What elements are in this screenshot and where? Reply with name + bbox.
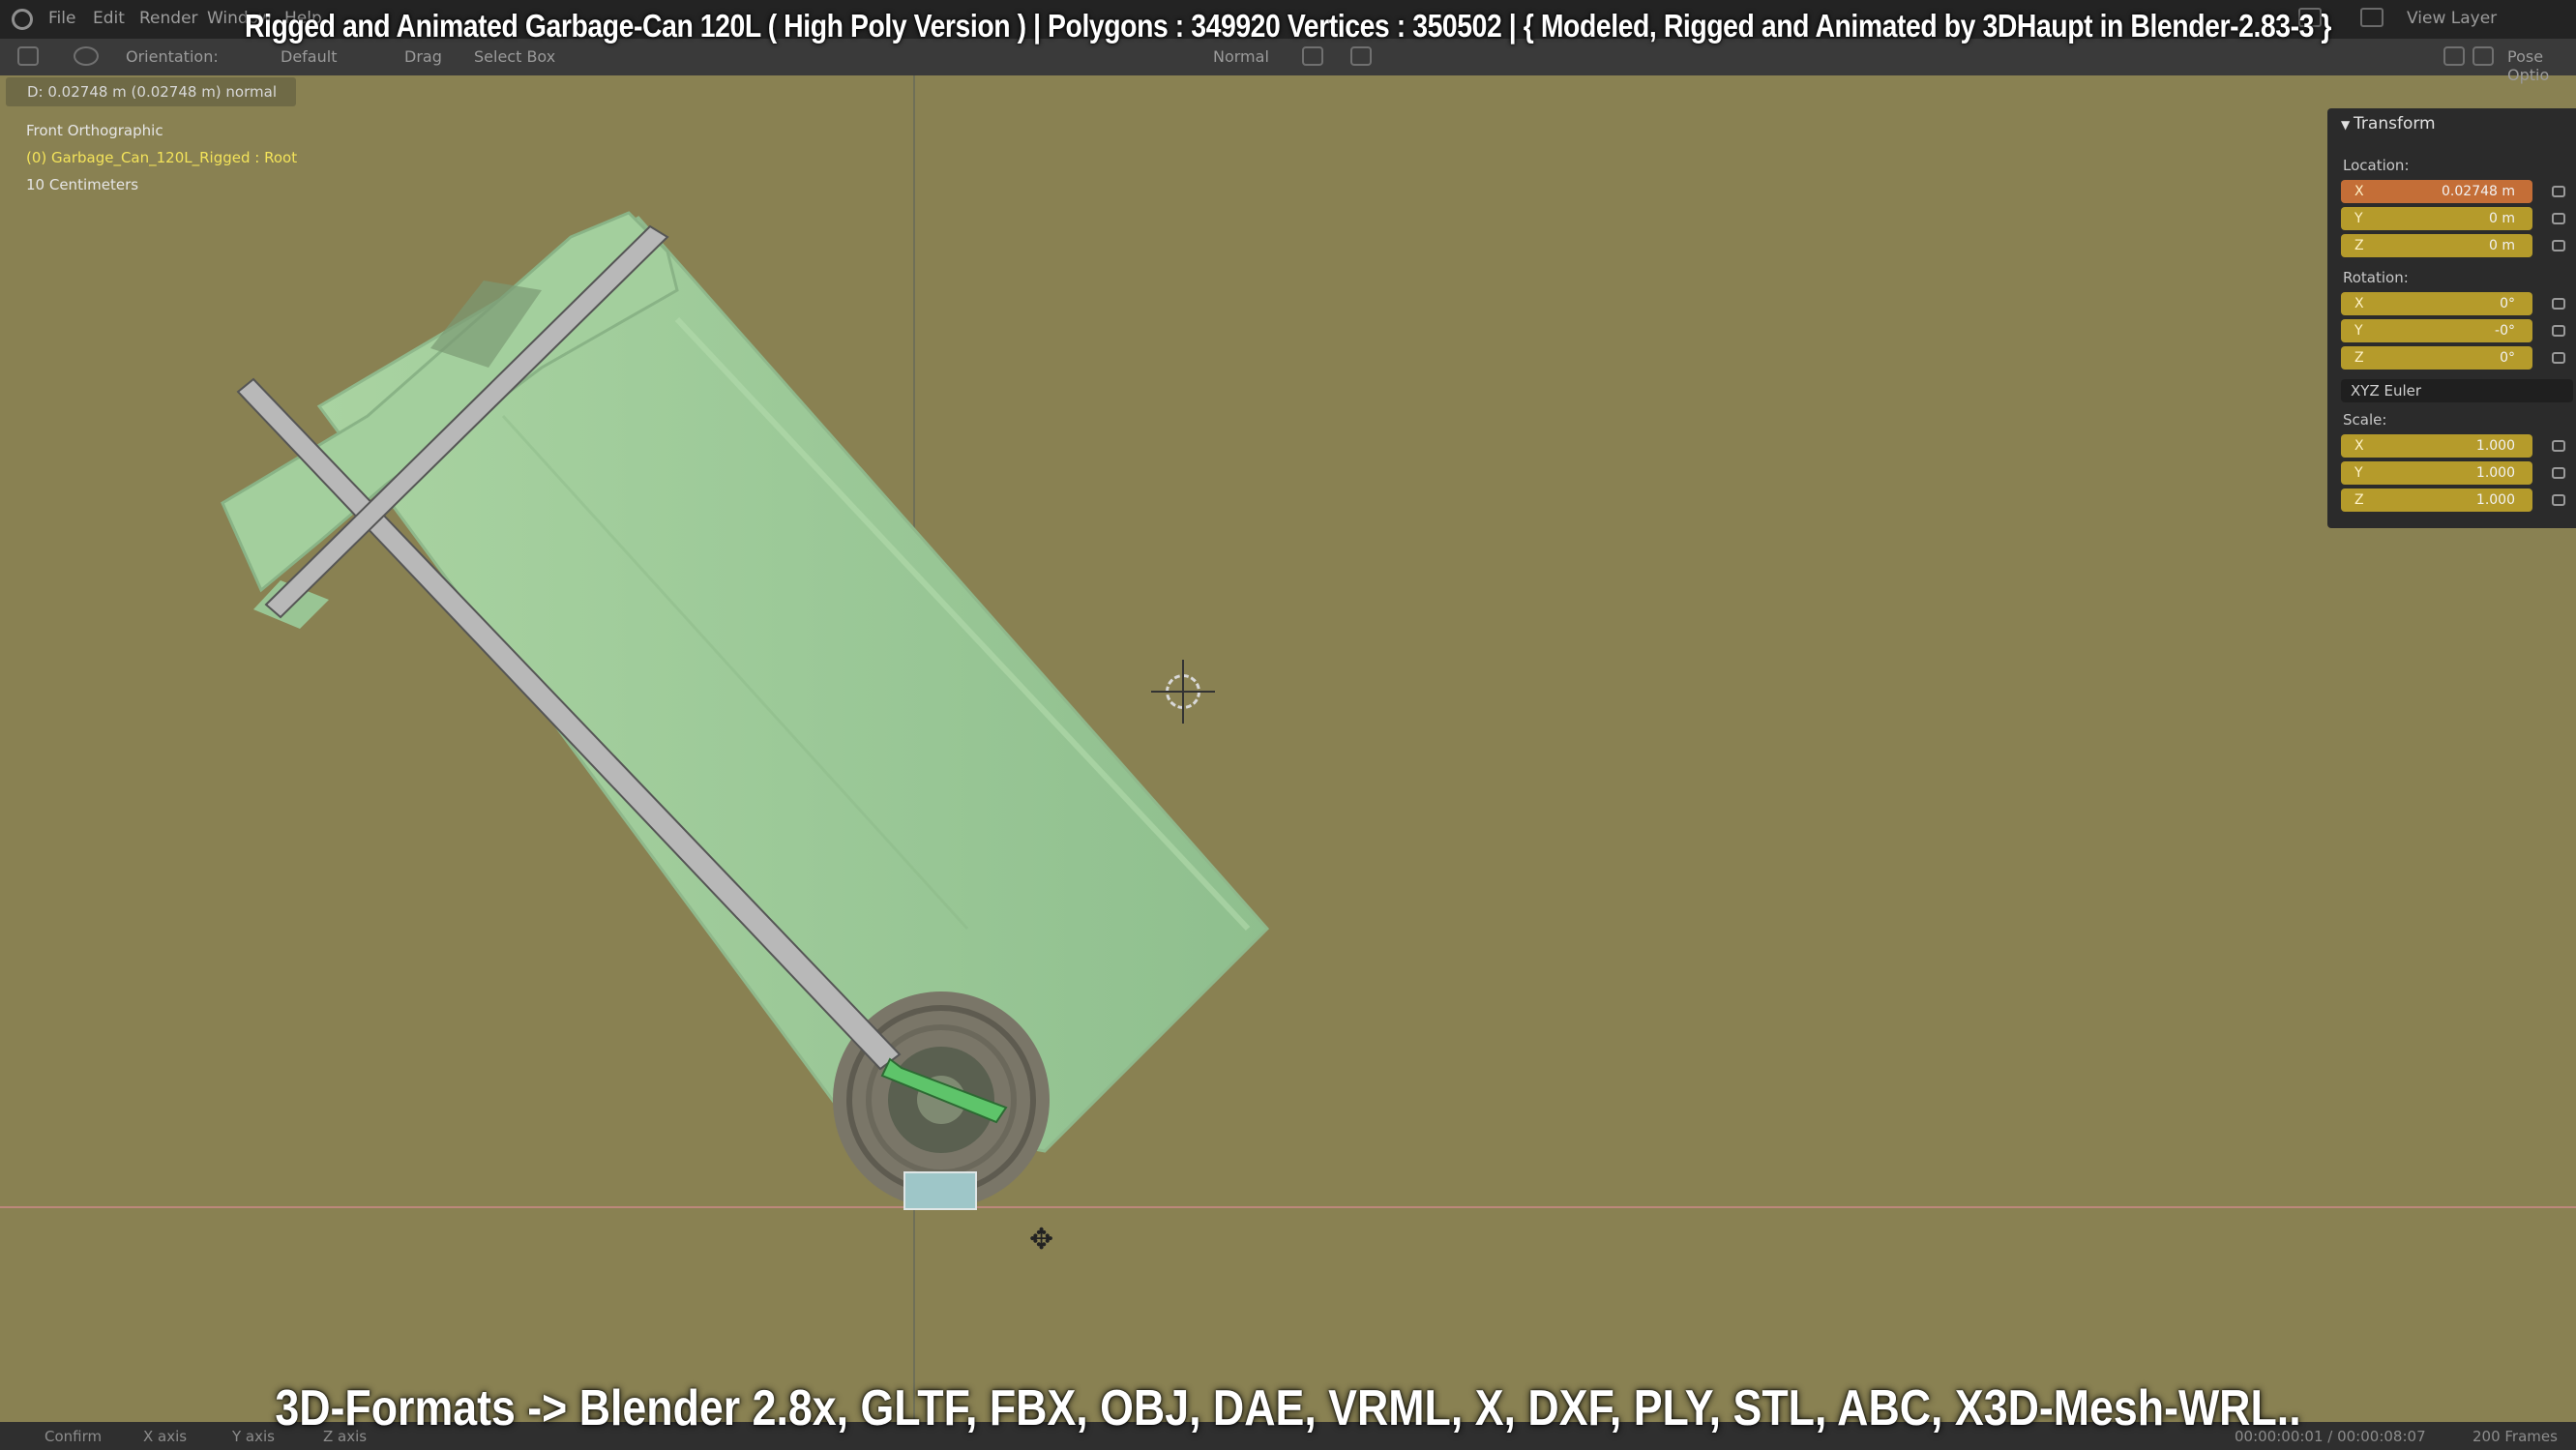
location-z-field[interactable]: Z 0 m — [2341, 234, 2532, 257]
panel-title: Transform — [2354, 114, 2436, 133]
lock-icon[interactable] — [2552, 186, 2565, 197]
blender-window: File Edit Render Window Help View Layer … — [0, 0, 2576, 1450]
axis-label: Y — [2354, 323, 2363, 339]
field-value: 0 m — [2489, 211, 2515, 226]
lock-icon[interactable] — [2552, 467, 2565, 479]
scale-label: Scale: — [2343, 411, 2387, 429]
drag-label: Drag — [404, 47, 442, 66]
location-label: Location: — [2343, 157, 2410, 174]
orientation-label: Orientation: — [126, 47, 219, 66]
3d-cursor-icon[interactable] — [1151, 660, 1215, 724]
rotation-z-field[interactable]: Z 0° — [2341, 346, 2532, 370]
field-value: 0.02748 m — [2442, 184, 2515, 199]
collapse-triangle-icon[interactable]: ▼ — [2341, 118, 2354, 132]
blender-logo-icon[interactable] — [12, 9, 33, 30]
view-name: Front Orthographic — [26, 122, 163, 139]
move-cursor-icon: ✥ — [1029, 1223, 1054, 1257]
rotation-x-field[interactable]: X 0° — [2341, 292, 2532, 315]
object-mode-icon[interactable] — [74, 46, 99, 66]
rotation-mode-dropdown[interactable]: XYZ Euler — [2341, 379, 2573, 402]
lock-icon[interactable] — [2552, 213, 2565, 224]
axis-label: Z — [2354, 492, 2364, 508]
field-value: -0° — [2495, 323, 2515, 339]
field-value: 0 m — [2489, 238, 2515, 253]
overlay-icon[interactable] — [2443, 46, 2465, 66]
rotation-label: Rotation: — [2343, 269, 2409, 286]
scale-z-field[interactable]: Z 1.000 — [2341, 488, 2532, 512]
field-value: 0° — [2500, 296, 2515, 311]
orientation-dropdown[interactable]: Default — [281, 47, 337, 66]
garbage-can-model[interactable] — [0, 0, 2576, 1450]
rotation-y-field[interactable]: Y -0° — [2341, 319, 2532, 342]
view-layer-label[interactable]: View Layer — [2407, 9, 2497, 28]
field-value: 1.000 — [2475, 465, 2515, 481]
transform-pivot-dropdown[interactable]: Normal — [1213, 47, 1269, 66]
pose-options-label[interactable]: Pose Optio — [2507, 47, 2576, 84]
location-x-field[interactable]: X 0.02748 m — [2341, 180, 2532, 203]
lock-icon[interactable] — [2552, 240, 2565, 252]
editor-type-icon[interactable] — [17, 46, 39, 66]
transform-status-text: D: 0.02748 m (0.02748 m) normal — [6, 77, 296, 106]
snap-icon[interactable] — [1302, 46, 1323, 66]
drag-dropdown[interactable]: Select Box — [474, 47, 555, 66]
menu-edit[interactable]: Edit — [93, 9, 125, 28]
field-value: 1.000 — [2475, 438, 2515, 454]
xray-icon[interactable] — [2472, 46, 2494, 66]
panel-header[interactable]: ▼ Transform — [2341, 114, 2436, 133]
lock-icon[interactable] — [2552, 298, 2565, 310]
lock-icon[interactable] — [2552, 440, 2565, 452]
video-title-overlay: Rigged and Animated Garbage-Can 120L ( H… — [244, 8, 2332, 44]
axis-label: X — [2354, 438, 2364, 454]
lock-icon[interactable] — [2552, 494, 2565, 506]
transform-panel: ▼ Transform Location: X 0.02748 m Y 0 m … — [2327, 108, 2576, 528]
axis-label: X — [2354, 184, 2364, 199]
lock-icon[interactable] — [2552, 352, 2565, 364]
location-y-field[interactable]: Y 0 m — [2341, 207, 2532, 230]
video-formats-overlay: 3D-Formats -> Blender 2.8x, GLTF, FBX, O… — [275, 1380, 2301, 1436]
axis-label: Z — [2354, 350, 2364, 366]
axis-label: X — [2354, 296, 2364, 311]
scale-x-field[interactable]: X 1.000 — [2341, 434, 2532, 458]
active-object-name: (0) Garbage_Can_120L_Rigged : Root — [26, 149, 298, 166]
axis-label: Y — [2354, 211, 2363, 226]
lock-icon[interactable] — [2552, 325, 2565, 337]
proportional-edit-icon[interactable] — [1350, 46, 1372, 66]
frame-count: 200 Frames — [2472, 1428, 2558, 1445]
scale-y-field[interactable]: Y 1.000 — [2341, 461, 2532, 485]
field-value: 0° — [2500, 350, 2515, 366]
can-body — [221, 211, 1270, 1153]
axis-label: Y — [2354, 465, 2363, 481]
confirm-hint: Confirm — [44, 1428, 103, 1445]
menu-file[interactable]: File — [48, 9, 75, 28]
axis-label: Z — [2354, 238, 2364, 253]
grid-scale-text: 10 Centimeters — [26, 176, 139, 193]
field-value: 1.000 — [2475, 492, 2515, 508]
